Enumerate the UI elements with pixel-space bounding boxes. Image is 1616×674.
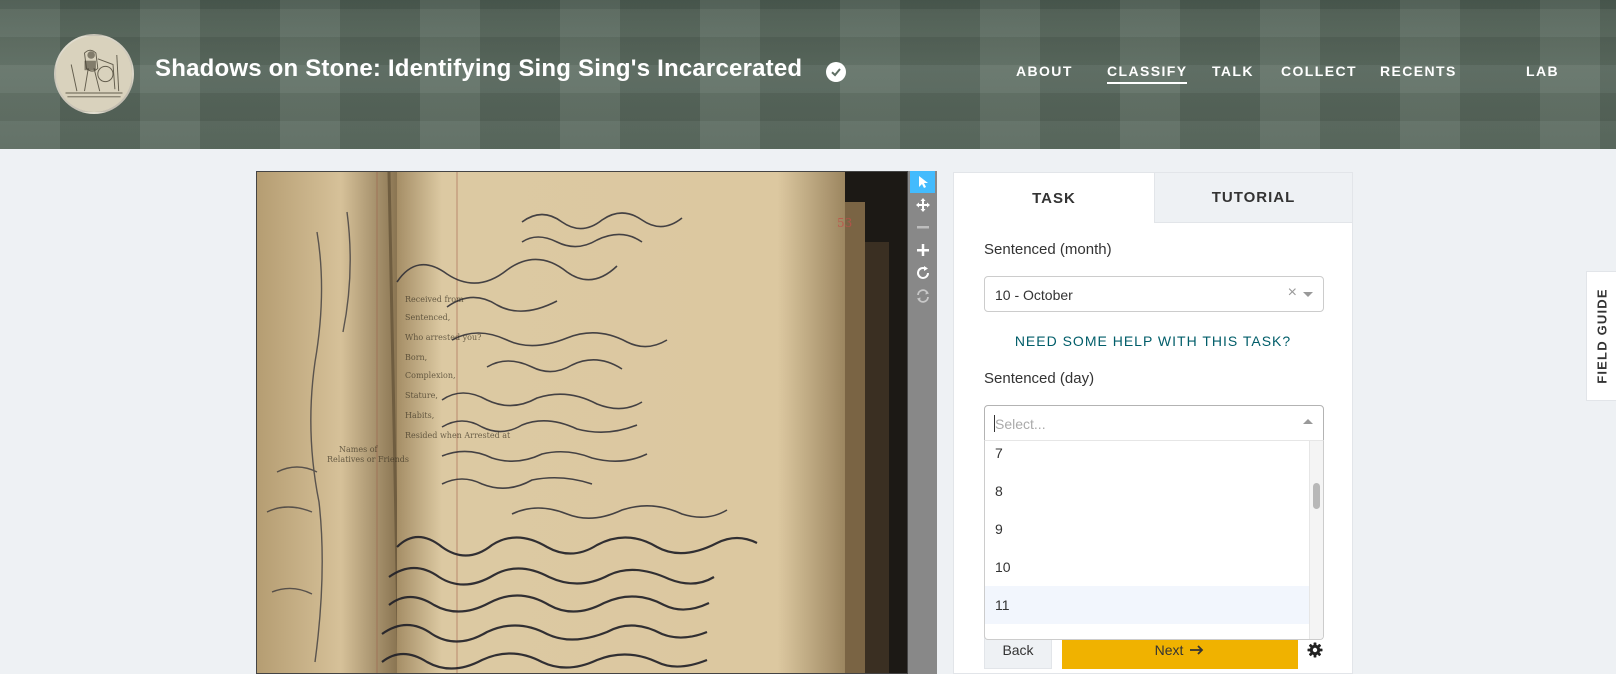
- svg-text:Sentenced,: Sentenced,: [405, 313, 450, 322]
- nav-collect[interactable]: COLLECT: [1281, 63, 1357, 79]
- tab-task[interactable]: TASK: [954, 173, 1154, 223]
- tab-tutorial[interactable]: TUTORIAL: [1154, 173, 1352, 223]
- task-panel: TASK TUTORIAL Sentenced (month) 10 - Oct…: [953, 172, 1353, 674]
- svg-text:Names of: Names of: [339, 445, 379, 454]
- svg-text:Relatives or Friends: Relatives or Friends: [327, 455, 409, 464]
- zoom-out-icon[interactable]: [910, 216, 935, 238]
- verified-badge-icon: [826, 62, 846, 82]
- subject-image-viewer[interactable]: 53 Received from Sentenced, Who arrested…: [256, 171, 908, 674]
- day-option[interactable]: 9: [985, 510, 1309, 548]
- month-select[interactable]: 10 - October ×: [984, 276, 1324, 312]
- avatar-engraving-image: [56, 36, 132, 112]
- reset-icon[interactable]: [910, 285, 935, 307]
- day-label: Sentenced (day): [984, 370, 1095, 387]
- pointer-icon[interactable]: [910, 171, 935, 193]
- svg-text:Stature,: Stature,: [405, 391, 438, 400]
- project-title[interactable]: Shadows on Stone: Identifying Sing Sing'…: [155, 55, 802, 83]
- ledger-page-image: 53 Received from Sentenced, Who arrested…: [257, 172, 907, 673]
- gear-icon[interactable]: [1306, 641, 1324, 659]
- arrow-right-icon: [1190, 645, 1204, 655]
- svg-text:Born,: Born,: [405, 353, 427, 362]
- chevron-down-icon[interactable]: [1303, 292, 1313, 297]
- field-guide-label: FIELD GUIDE: [1594, 288, 1609, 384]
- svg-text:Who arrested you?: Who arrested you?: [405, 333, 481, 342]
- month-label: Sentenced (month): [984, 241, 1112, 258]
- viewer-toolbar: [908, 171, 937, 674]
- chevron-up-icon[interactable]: [1303, 419, 1313, 424]
- text-caret: [994, 415, 995, 432]
- day-select[interactable]: Select...: [984, 405, 1324, 441]
- day-option[interactable]: 8: [985, 472, 1309, 510]
- options-scrollbar-thumb[interactable]: [1313, 483, 1320, 509]
- field-guide-tab[interactable]: FIELD GUIDE: [1586, 271, 1616, 401]
- svg-text:53: 53: [837, 216, 852, 230]
- project-avatar[interactable]: [54, 34, 134, 114]
- day-select-placeholder: Select...: [995, 416, 1046, 432]
- task-tabs: TASK TUTORIAL: [954, 173, 1352, 223]
- nav-lab[interactable]: LAB: [1526, 63, 1559, 79]
- project-header: Shadows on Stone: Identifying Sing Sing'…: [0, 0, 1616, 149]
- rotate-icon[interactable]: [910, 262, 935, 284]
- month-select-value: 10 - October: [995, 287, 1073, 303]
- svg-text:Complexion,: Complexion,: [405, 371, 456, 380]
- next-button-label: Next: [1154, 642, 1184, 658]
- day-option[interactable]: 7: [985, 441, 1309, 472]
- options-scrollbar[interactable]: [1309, 441, 1323, 639]
- svg-text:Resided when Arrested at: Resided when Arrested at: [405, 431, 511, 440]
- nav-talk[interactable]: TALK: [1212, 63, 1254, 79]
- nav-recents[interactable]: RECENTS: [1380, 63, 1457, 79]
- day-option-focused[interactable]: 11: [985, 586, 1309, 624]
- day-option[interactable]: 10: [985, 548, 1309, 586]
- move-icon[interactable]: [910, 194, 935, 216]
- clear-icon[interactable]: ×: [1288, 284, 1297, 302]
- day-options-menu[interactable]: 7 8 9 10 11: [984, 440, 1324, 640]
- nav-classify[interactable]: CLASSIFY: [1107, 63, 1188, 84]
- svg-text:Habits,: Habits,: [405, 411, 434, 420]
- task-help-link[interactable]: NEED SOME HELP WITH THIS TASK?: [954, 333, 1352, 349]
- zoom-in-icon[interactable]: [910, 239, 935, 261]
- svg-text:Received from: Received from: [405, 295, 464, 304]
- nav-about[interactable]: ABOUT: [1016, 63, 1073, 79]
